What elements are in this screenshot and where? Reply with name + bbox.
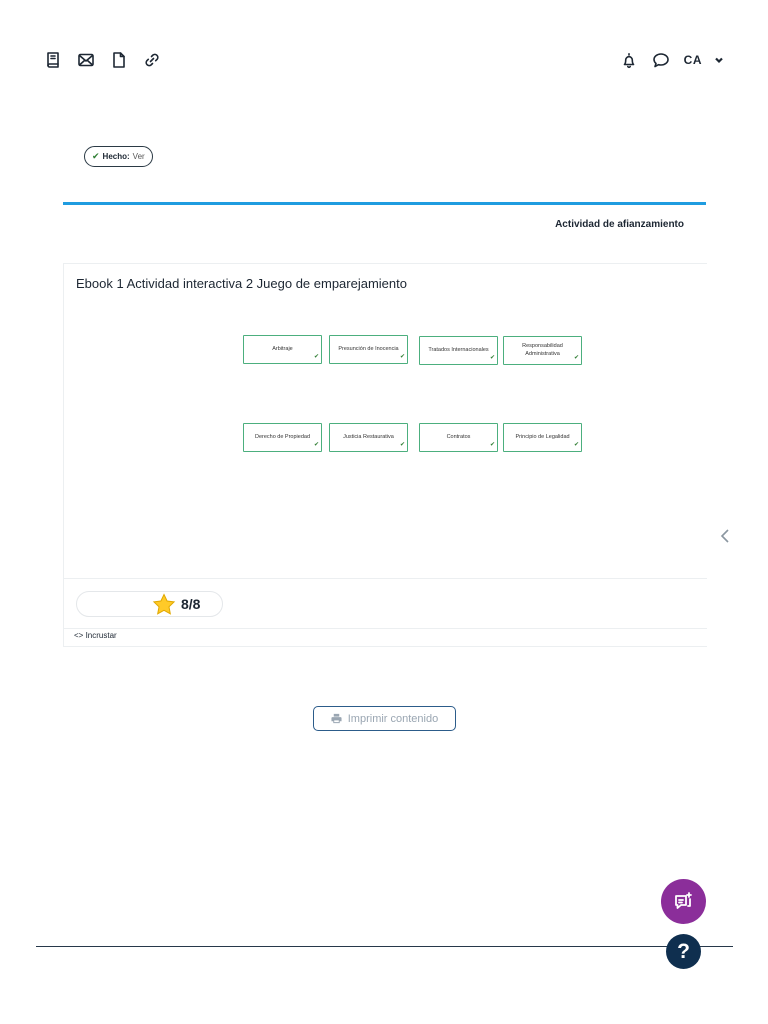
done-status-badge[interactable]: ✔ Hecho: Ver <box>84 146 153 167</box>
check-icon: ✔ <box>313 354 319 361</box>
match-card[interactable]: Arbitraje ✔ <box>243 335 322 364</box>
match-card[interactable]: Contratos ✔ <box>419 423 498 452</box>
toolbar-right: CA <box>620 50 724 70</box>
toolbar-left <box>44 50 161 70</box>
chat-sparkle-icon <box>674 891 692 909</box>
match-card[interactable]: Tratados Internacionales ✔ <box>419 336 498 365</box>
printer-icon <box>331 713 342 724</box>
chevron-left-icon[interactable] <box>720 528 730 544</box>
match-card-label: Tratados Internacionales <box>428 346 489 353</box>
match-card[interactable]: Derecho de Propiedad ✔ <box>243 423 322 452</box>
language-selector[interactable]: CA <box>684 53 724 67</box>
chevron-down-icon <box>715 57 723 64</box>
done-label: Hecho: <box>102 152 130 161</box>
activity-divider <box>64 578 707 579</box>
check-icon: ✔ <box>573 355 579 362</box>
help-button[interactable]: ? <box>666 934 701 969</box>
top-toolbar: CA <box>0 0 768 120</box>
match-card[interactable]: Principio de Legalidad ✔ <box>503 423 582 452</box>
match-card[interactable]: Presunción de Inocencia ✔ <box>329 335 408 364</box>
document-icon[interactable] <box>110 50 128 70</box>
match-card-label: Presunción de Inocencia <box>338 345 399 352</box>
check-icon: ✔ <box>313 442 319 449</box>
score-display: 8/8 <box>76 591 223 617</box>
check-icon: ✔ <box>92 151 100 161</box>
match-card-label: Justicia Restaurativa <box>343 433 394 440</box>
activity-footer-divider <box>64 628 707 629</box>
book-icon[interactable] <box>44 50 62 70</box>
mail-icon[interactable] <box>77 50 95 70</box>
embed-link[interactable]: <> Incrustar <box>74 631 117 640</box>
language-label: CA <box>683 53 702 67</box>
match-card[interactable]: Responsabilidad Administrativa ✔ <box>503 336 582 365</box>
match-card-label: Contratos <box>446 433 471 440</box>
check-icon: ✔ <box>399 442 405 449</box>
match-card-label: Arbitraje <box>272 345 293 352</box>
score-value: 8/8 <box>181 596 201 612</box>
match-card-label: Principio de Legalidad <box>515 433 570 440</box>
print-label: Imprimir contenido <box>347 712 439 725</box>
help-label: ? <box>677 939 690 963</box>
match-card-label: Derecho de Propiedad <box>254 433 311 440</box>
footer-divider <box>36 946 733 947</box>
check-icon: ✔ <box>489 442 495 449</box>
code-icon: <> <box>74 631 84 640</box>
section-title: Actividad de afianzamiento <box>555 219 684 230</box>
embed-label: Incrustar <box>85 631 117 640</box>
check-icon: ✔ <box>489 355 495 362</box>
link-icon[interactable] <box>143 50 161 70</box>
match-card[interactable]: Justicia Restaurativa ✔ <box>329 423 408 452</box>
done-value: Ver <box>132 152 145 161</box>
bell-icon[interactable] <box>620 50 638 70</box>
chat-assistant-button[interactable] <box>661 879 706 924</box>
matching-cards: Arbitraje ✔ Presunción de Inocencia ✔ Trat… <box>64 264 707 584</box>
print-content-button[interactable]: Imprimir contenido <box>313 706 456 731</box>
section-divider <box>63 202 706 205</box>
chat-bubble-icon[interactable] <box>652 50 670 70</box>
match-card-label: Responsabilidad Administrativa <box>522 343 563 357</box>
check-icon: ✔ <box>573 442 579 449</box>
interactive-activity: Ebook 1 Actividad interactiva 2 Juego de… <box>63 263 707 647</box>
check-icon: ✔ <box>399 354 405 361</box>
star-icon <box>152 593 176 615</box>
